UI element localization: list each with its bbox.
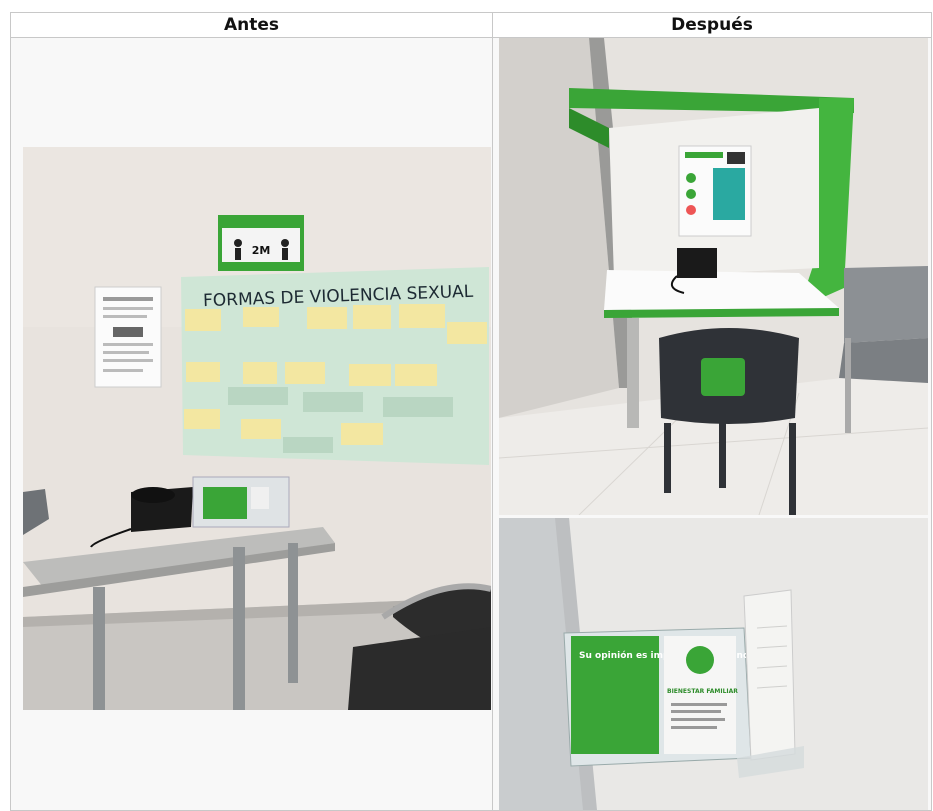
before-after-table: Antes Después 2M FORMAS DE VIOLENCIA SEX… [10, 12, 932, 811]
comment-box [192, 476, 290, 528]
brand-text: BIENESTAR FAMILIAR [667, 688, 738, 695]
column-header-antes: Antes [10, 12, 493, 38]
antes-photo: 2M FORMAS DE VIOLENCIA SEXUAL [23, 147, 491, 710]
distance-sign: 2M [218, 215, 304, 271]
despues-cell: Su opinión es importante para nosotros B… [492, 37, 932, 811]
violence-poster: FORMAS DE VIOLENCIA SEXUAL [181, 267, 489, 465]
comparison-layout: Antes Después 2M FORMAS DE VIOLENCIA SEX… [10, 12, 932, 811]
despues-photo-bottom: Su opinión es importante para nosotros B… [499, 518, 928, 810]
despues-photo-top [499, 38, 928, 515]
column-header-despues: Después [492, 12, 932, 38]
sign-text: 2M [252, 244, 271, 257]
antes-cell: 2M FORMAS DE VIOLENCIA SEXUAL [10, 37, 493, 811]
info-paper [94, 286, 162, 388]
